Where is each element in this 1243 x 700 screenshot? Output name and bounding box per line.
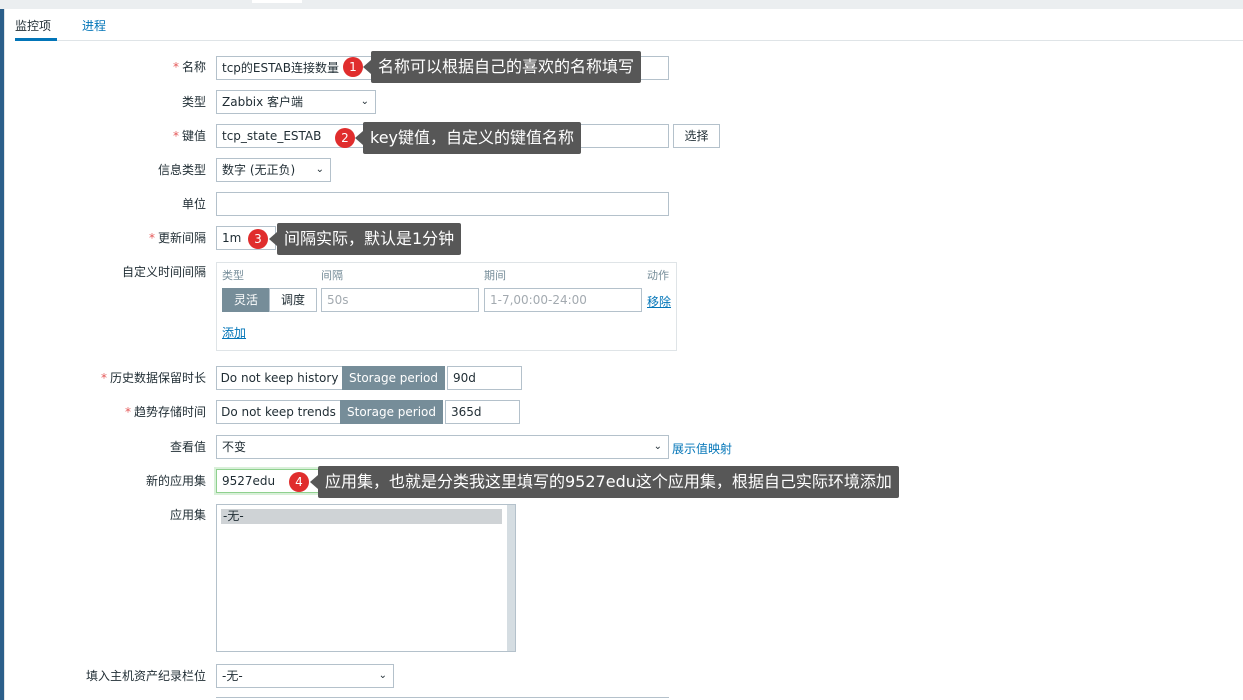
trends-value-input[interactable]: 365d — [445, 400, 520, 424]
chevron-down-icon: ⌄ — [653, 441, 662, 452]
type-select[interactable]: Zabbix 客户端 ⌄ — [216, 90, 376, 114]
annotation-badge-3: 3 — [248, 229, 268, 249]
col-period-header: 期间 — [484, 269, 506, 282]
col-action-header: 动作 — [647, 269, 669, 282]
units-label: 单位 — [181, 197, 206, 211]
annotation-callout-3: 间隔实际，默认是1分钟 — [268, 223, 462, 255]
valuemap-select[interactable]: 不变 ⌄ — [216, 435, 669, 459]
custom-period-input[interactable]: 1-7,00:00-24:00 — [484, 288, 642, 312]
interval-label: * 更新间隔 — [148, 231, 206, 245]
annotation-callout-4: 应用集，也就是分类我这里填写的9527edu这个应用集，根据自己实际环境添加 — [310, 466, 899, 498]
valuemap-label: 查看值 — [169, 440, 206, 454]
key-select-button[interactable]: 选择 — [673, 124, 720, 148]
history-do-not-keep[interactable]: Do not keep history — [216, 366, 343, 390]
remove-link[interactable]: 移除 — [647, 293, 671, 310]
annotation-callout-2: key键值，自定义的键值名称 — [354, 122, 582, 154]
name-label: * 名称 — [172, 60, 206, 74]
trends-do-not-keep[interactable]: Do not keep trends — [216, 400, 341, 424]
flexible-toggle[interactable]: 灵活 — [222, 288, 270, 312]
chevron-down-icon: ⌄ — [360, 96, 369, 107]
tab-bar: 监控项 进程 — [15, 9, 1243, 41]
custom-interval-input[interactable]: 50s — [321, 288, 479, 312]
scheduling-toggle[interactable]: 调度 — [269, 288, 317, 312]
add-link[interactable]: 添加 — [222, 324, 246, 341]
annotation-badge-4: 4 — [289, 472, 309, 492]
col-type-header: 类型 — [222, 269, 244, 282]
trends-storage-period[interactable]: Storage period — [340, 400, 443, 424]
trends-label: * 趋势存储时间 — [124, 405, 206, 419]
history-label: * 历史数据保留时长 — [100, 371, 206, 385]
show-valuemap-link[interactable]: 展示值映射 — [672, 440, 732, 457]
history-storage-period[interactable]: Storage period — [342, 366, 445, 390]
annotation-callout-1: 名称可以根据自己的喜欢的名称填写 — [362, 51, 642, 83]
tab-item[interactable]: 监控项 — [15, 17, 58, 41]
top-bar — [0, 0, 1243, 9]
info-type-label: 信息类型 — [157, 163, 206, 177]
key-label: * 键值 — [172, 129, 206, 143]
apps-scrollbar[interactable] — [507, 505, 515, 651]
new-app-label: 新的应用集 — [145, 474, 206, 488]
col-interval-header: 间隔 — [321, 269, 343, 282]
custom-intervals-label: 自定义时间间隔 — [121, 265, 206, 279]
annotation-badge-1: 1 — [343, 57, 363, 77]
tab-process[interactable]: 进程 — [82, 17, 106, 41]
units-input[interactable] — [216, 192, 669, 216]
chevron-down-icon: ⌄ — [315, 164, 324, 175]
item-form-card: 监控项 进程 — [4, 9, 1243, 700]
chevron-down-icon: ⌄ — [378, 670, 387, 681]
annotation-badge-2: 2 — [335, 128, 355, 148]
apps-listbox[interactable]: -无- — [216, 504, 516, 652]
inventory-select[interactable]: -无- ⌄ — [216, 664, 394, 688]
type-label: 类型 — [181, 95, 206, 109]
apps-label: 应用集 — [169, 508, 206, 522]
info-type-select[interactable]: 数字 (无正负) ⌄ — [216, 158, 331, 182]
apps-option-none[interactable]: -无- — [221, 509, 502, 524]
top-bar-mark — [252, 0, 302, 3]
inventory-label: 填入主机资产纪录栏位 — [85, 669, 206, 683]
history-value-input[interactable]: 90d — [447, 366, 522, 390]
